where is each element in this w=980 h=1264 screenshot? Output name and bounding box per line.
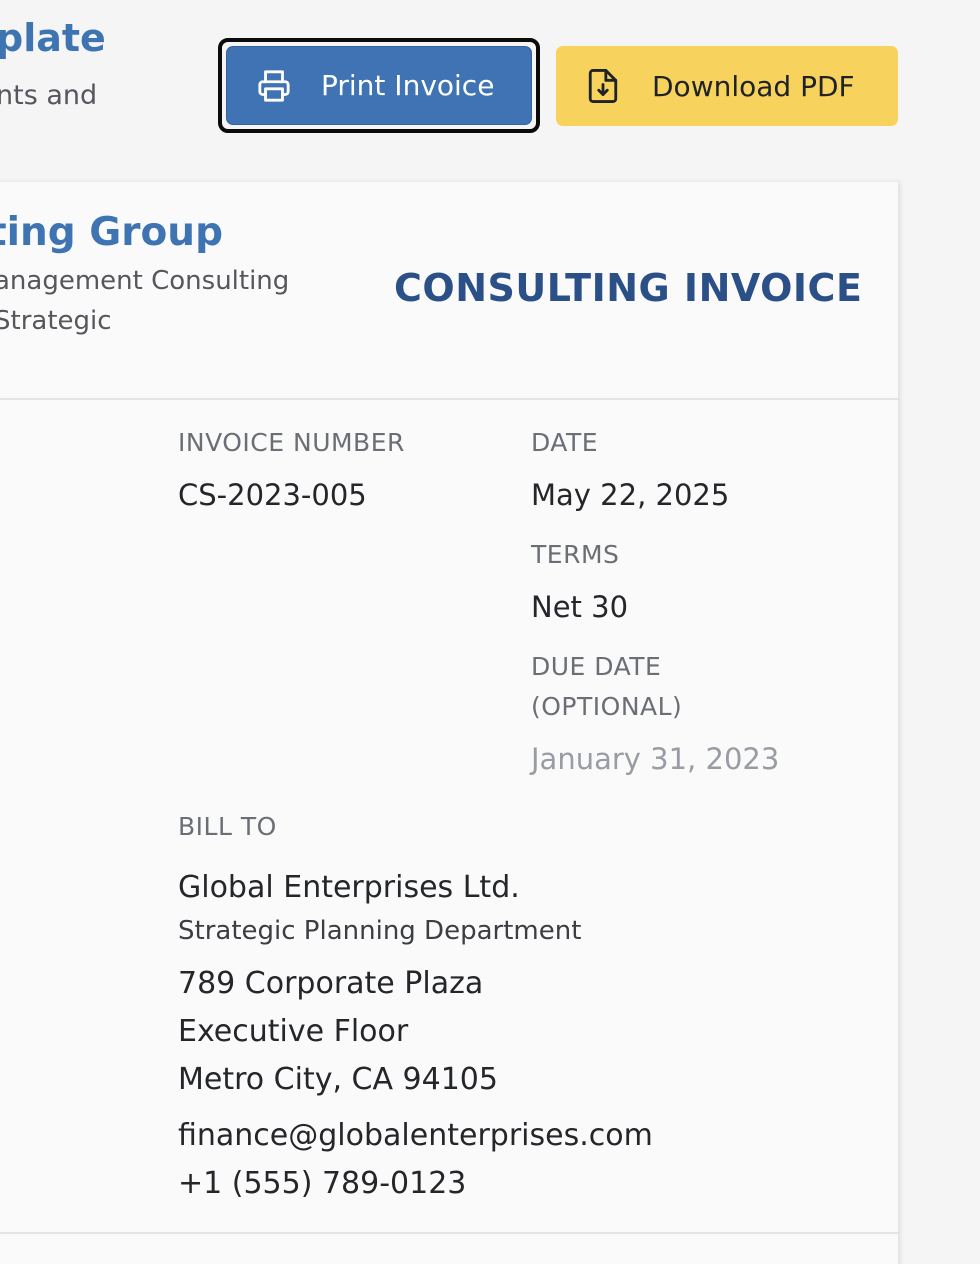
invoice-number-value[interactable]: CS-2023-005 <box>178 478 367 512</box>
download-pdf-button[interactable]: Download PDF <box>556 46 898 126</box>
invoice-number-label: INVOICE NUMBER <box>178 428 405 457</box>
terms-value[interactable]: Net 30 <box>531 590 628 624</box>
print-button-focus-ring: Print Invoice <box>218 38 540 133</box>
company-tagline: anagement Consulting <box>0 266 290 296</box>
bill-to-company[interactable]: Global Enterprises Ltd. <box>178 870 520 905</box>
invoice-title: CONSULTING INVOICE <box>394 266 863 310</box>
terms-label: TERMS <box>531 540 620 569</box>
download-pdf-label: Download PDF <box>652 69 855 103</box>
print-invoice-button[interactable]: Print Invoice <box>226 46 532 125</box>
bill-to-phone[interactable]: +1 (555) 789-0123 <box>178 1166 466 1201</box>
bill-to-label: BILL TO <box>178 812 277 841</box>
page-subtitle: nts and <box>0 80 98 111</box>
print-invoice-label: Print Invoice <box>321 69 495 102</box>
date-label: DATE <box>531 428 599 457</box>
invoice-card <box>0 182 898 1264</box>
bill-to-address-2[interactable]: Executive Floor <box>178 1014 408 1049</box>
due-date-input[interactable]: January 31, 2023 <box>531 742 779 776</box>
due-date-label: DUE DATE <box>531 652 662 681</box>
page-title: plate <box>0 16 106 60</box>
date-value[interactable]: May 22, 2025 <box>531 478 729 512</box>
bill-to-department[interactable]: Strategic Planning Department <box>178 916 581 946</box>
bill-to-address-1[interactable]: 789 Corporate Plaza <box>178 966 483 1001</box>
file-download-icon <box>588 69 618 103</box>
printer-icon <box>257 69 291 103</box>
bill-to-city[interactable]: Metro City, CA 94105 <box>178 1062 498 1097</box>
invoice-page: plate nts and Print Invoice Download PDF <box>0 0 980 1264</box>
due-date-optional-label: (OPTIONAL) <box>531 692 683 721</box>
bill-to-email[interactable]: finance@globalenterprises.com <box>178 1118 653 1153</box>
header-divider <box>0 398 898 400</box>
company-name: ting Group <box>0 210 223 255</box>
company-tagline-2: Strategic <box>0 306 112 336</box>
bill-to-divider <box>0 1232 898 1234</box>
